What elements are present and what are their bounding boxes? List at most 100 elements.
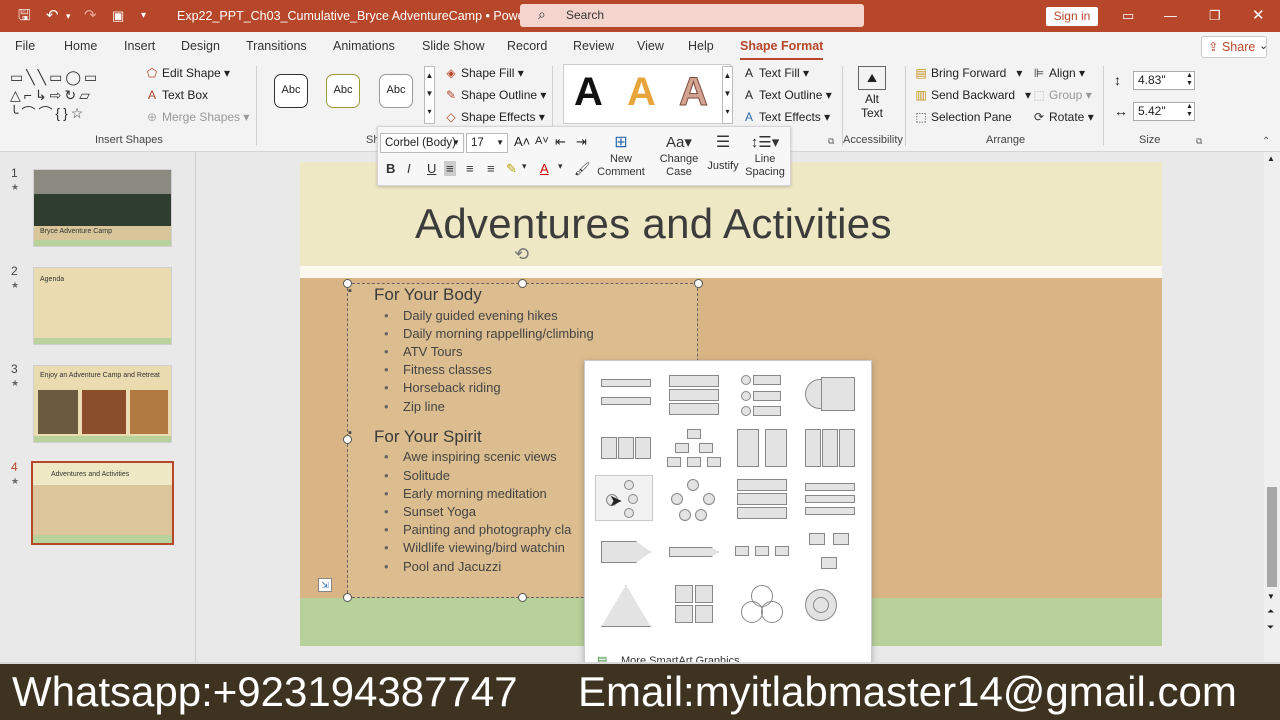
smartart-hierarchy[interactable] [665, 425, 723, 471]
send-backward-button[interactable]: ▥ Send Backward ▾ [914, 88, 1031, 102]
text-box-button[interactable]: A Text Box [145, 88, 208, 102]
share-button[interactable]: ⇪ Share [1201, 36, 1267, 58]
text-effects-button[interactable]: A Text Effects ▾ [742, 110, 830, 124]
bold-button[interactable]: B [386, 161, 395, 176]
slide-thumbnail-1[interactable]: Bryce Adventure Camp [33, 169, 172, 247]
share-dropdown-icon[interactable]: ⌄ [1259, 39, 1268, 52]
tab-home[interactable]: Home [64, 39, 97, 53]
highlight-dropdown-icon[interactable]: ▾ [522, 161, 527, 172]
smartart-picture-list[interactable] [801, 425, 859, 471]
underline-button[interactable]: U [427, 161, 436, 176]
shape-style-2[interactable]: Abc [326, 74, 360, 108]
shape-effects-button[interactable]: ◇ Shape Effects ▾ [444, 110, 544, 124]
scroll-thumb[interactable] [1267, 487, 1277, 587]
tab-animations[interactable]: Animations [333, 39, 395, 53]
tab-shape-format[interactable]: Shape Format [740, 39, 824, 61]
autofit-options-icon[interactable]: ⇲ [318, 578, 332, 592]
smartart-matrix[interactable] [665, 583, 723, 629]
change-case-button[interactable]: Aa▾ Change Case [654, 133, 704, 179]
smartart-vertical-circle-list[interactable] [733, 373, 791, 419]
tab-review[interactable]: Review [573, 39, 614, 53]
line-spacing-button[interactable]: ↕☰▾ Line Spacing [742, 133, 788, 179]
height-spinner-icon[interactable]: ▲ ▼ [1186, 72, 1193, 88]
slide-title[interactable]: Adventures and Activities [415, 200, 892, 248]
font-color-dropdown-icon[interactable]: ▾ [558, 161, 563, 172]
align-button[interactable]: ⊫ Align ▾ [1032, 66, 1085, 80]
tab-design[interactable]: Design [181, 39, 220, 53]
new-comment-button[interactable]: ⊞ New Comment [596, 133, 646, 179]
close-icon[interactable]: ✕ [1252, 8, 1265, 24]
shape-styles-scroll[interactable]: ▲ ▼ ▾ [424, 66, 435, 124]
smartart-vertical-box-list[interactable] [665, 373, 723, 419]
customize-qat-icon[interactable]: ▾ [141, 8, 146, 24]
decrease-indent-icon[interactable]: ⇤ [555, 134, 566, 150]
smartart-basic-process[interactable] [733, 529, 791, 575]
highlight-icon[interactable]: ✎ [506, 161, 517, 177]
tab-record[interactable]: Record [507, 39, 547, 53]
resize-handle[interactable] [343, 593, 352, 602]
tab-file[interactable]: File [15, 39, 35, 53]
rotate-button[interactable]: ⟳ Rotate ▾ [1032, 110, 1094, 124]
tab-view[interactable]: View [637, 39, 664, 53]
ribbon-display-icon[interactable]: ▭ [1122, 8, 1134, 24]
wordart-dialog-launcher-icon[interactable]: ⧉ [828, 136, 834, 147]
previous-slide-icon[interactable]: ⏶ [1267, 606, 1274, 617]
font-name-select[interactable]: Corbel (Body) ▼ [380, 133, 464, 153]
tab-help[interactable]: Help [688, 39, 714, 53]
smartart-arrow-process[interactable] [597, 529, 655, 575]
undo-icon[interactable]: ↶ [46, 8, 59, 24]
rotate-handle-icon[interactable]: ⟲ [514, 244, 529, 265]
shape-style-1[interactable]: Abc [274, 74, 308, 108]
text-fill-button[interactable]: A Text Fill ▾ [742, 66, 809, 80]
alt-text-button[interactable]: ⛰ Alt Text [853, 66, 891, 120]
slide-thumbnail-4[interactable]: Adventures and Activities [31, 461, 174, 545]
smartart-chevron-list[interactable] [733, 477, 791, 523]
italic-button[interactable]: I [407, 161, 411, 176]
format-painter-icon[interactable]: 🖌 [574, 161, 591, 177]
maximize-icon[interactable]: ❐ [1209, 8, 1221, 24]
smartart-circle-process[interactable] [595, 475, 653, 521]
wordart-style-1[interactable]: A [574, 72, 603, 112]
bring-forward-button[interactable]: ▤ Bring Forward ▾ [914, 66, 1022, 80]
smartart-horizontal-bullet-list[interactable] [597, 425, 655, 471]
smartart-stacked-list[interactable] [801, 373, 859, 419]
align-left-icon[interactable]: ≡ [444, 161, 456, 176]
smartart-cycle[interactable] [665, 477, 723, 523]
shapes-gallery[interactable]: ▭╲╲▭◯▭ △⌐↳⇨↻▱ ╰⌒⌒{}☆ [10, 68, 122, 124]
smartart-timeline[interactable] [665, 529, 723, 575]
decrease-font-size-icon[interactable]: A˅ [535, 135, 549, 147]
smartart-arrow-list[interactable] [801, 477, 859, 523]
selection-pane-button[interactable]: ⬚ Selection Pane [914, 110, 1011, 124]
shape-fill-button[interactable]: ◈ Shape Fill ▾ [444, 66, 523, 80]
edit-shape-button[interactable]: ⬠ Edit Shape ▾ [145, 66, 230, 80]
scroll-up-icon[interactable]: ▲ [1267, 154, 1275, 163]
smartart-venn[interactable] [733, 583, 791, 629]
resize-handle[interactable] [694, 279, 703, 288]
collapse-ribbon-icon[interactable]: ⌃ [1262, 136, 1270, 147]
resize-handle[interactable] [518, 279, 527, 288]
next-slide-icon[interactable]: ⏷ [1267, 622, 1274, 633]
wordart-style-2[interactable]: A [627, 72, 656, 112]
tab-transitions[interactable]: Transitions [246, 39, 307, 53]
smartart-pyramid-list[interactable] [597, 583, 655, 629]
sign-in-button[interactable]: Sign in [1046, 7, 1098, 26]
minimize-icon[interactable]: — [1164, 8, 1177, 24]
resize-handle[interactable] [518, 593, 527, 602]
smartart-vertical-bullet-list[interactable] [597, 373, 655, 419]
tab-slide-show[interactable]: Slide Show [422, 39, 485, 53]
present-icon[interactable]: ▣ [112, 8, 124, 24]
smartart-bending-process[interactable] [801, 529, 859, 575]
justify-button[interactable]: ☰ Justify [704, 133, 742, 173]
smartart-grouped-list[interactable] [733, 425, 791, 471]
slide-thumbnail-3[interactable]: Enjoy an Adventure Camp and Retreat [33, 365, 172, 443]
width-spinner-icon[interactable]: ▲ ▼ [1186, 103, 1193, 119]
undo-dropdown-icon[interactable]: ▾ [66, 8, 71, 24]
size-dialog-launcher-icon[interactable]: ⧉ [1196, 136, 1202, 147]
search-box[interactable]: ⌕ Search [520, 4, 864, 27]
redo-icon[interactable]: ↷ [84, 8, 97, 24]
shape-outline-button[interactable]: ✎ Shape Outline ▾ [444, 88, 546, 102]
wordart-scroll[interactable]: ▲ ▼ ▾ [722, 66, 733, 124]
shape-style-3[interactable]: Abc [379, 74, 413, 108]
slide-thumbnail-2[interactable]: Agenda [33, 267, 172, 345]
wordart-style-3[interactable]: A [679, 72, 709, 113]
